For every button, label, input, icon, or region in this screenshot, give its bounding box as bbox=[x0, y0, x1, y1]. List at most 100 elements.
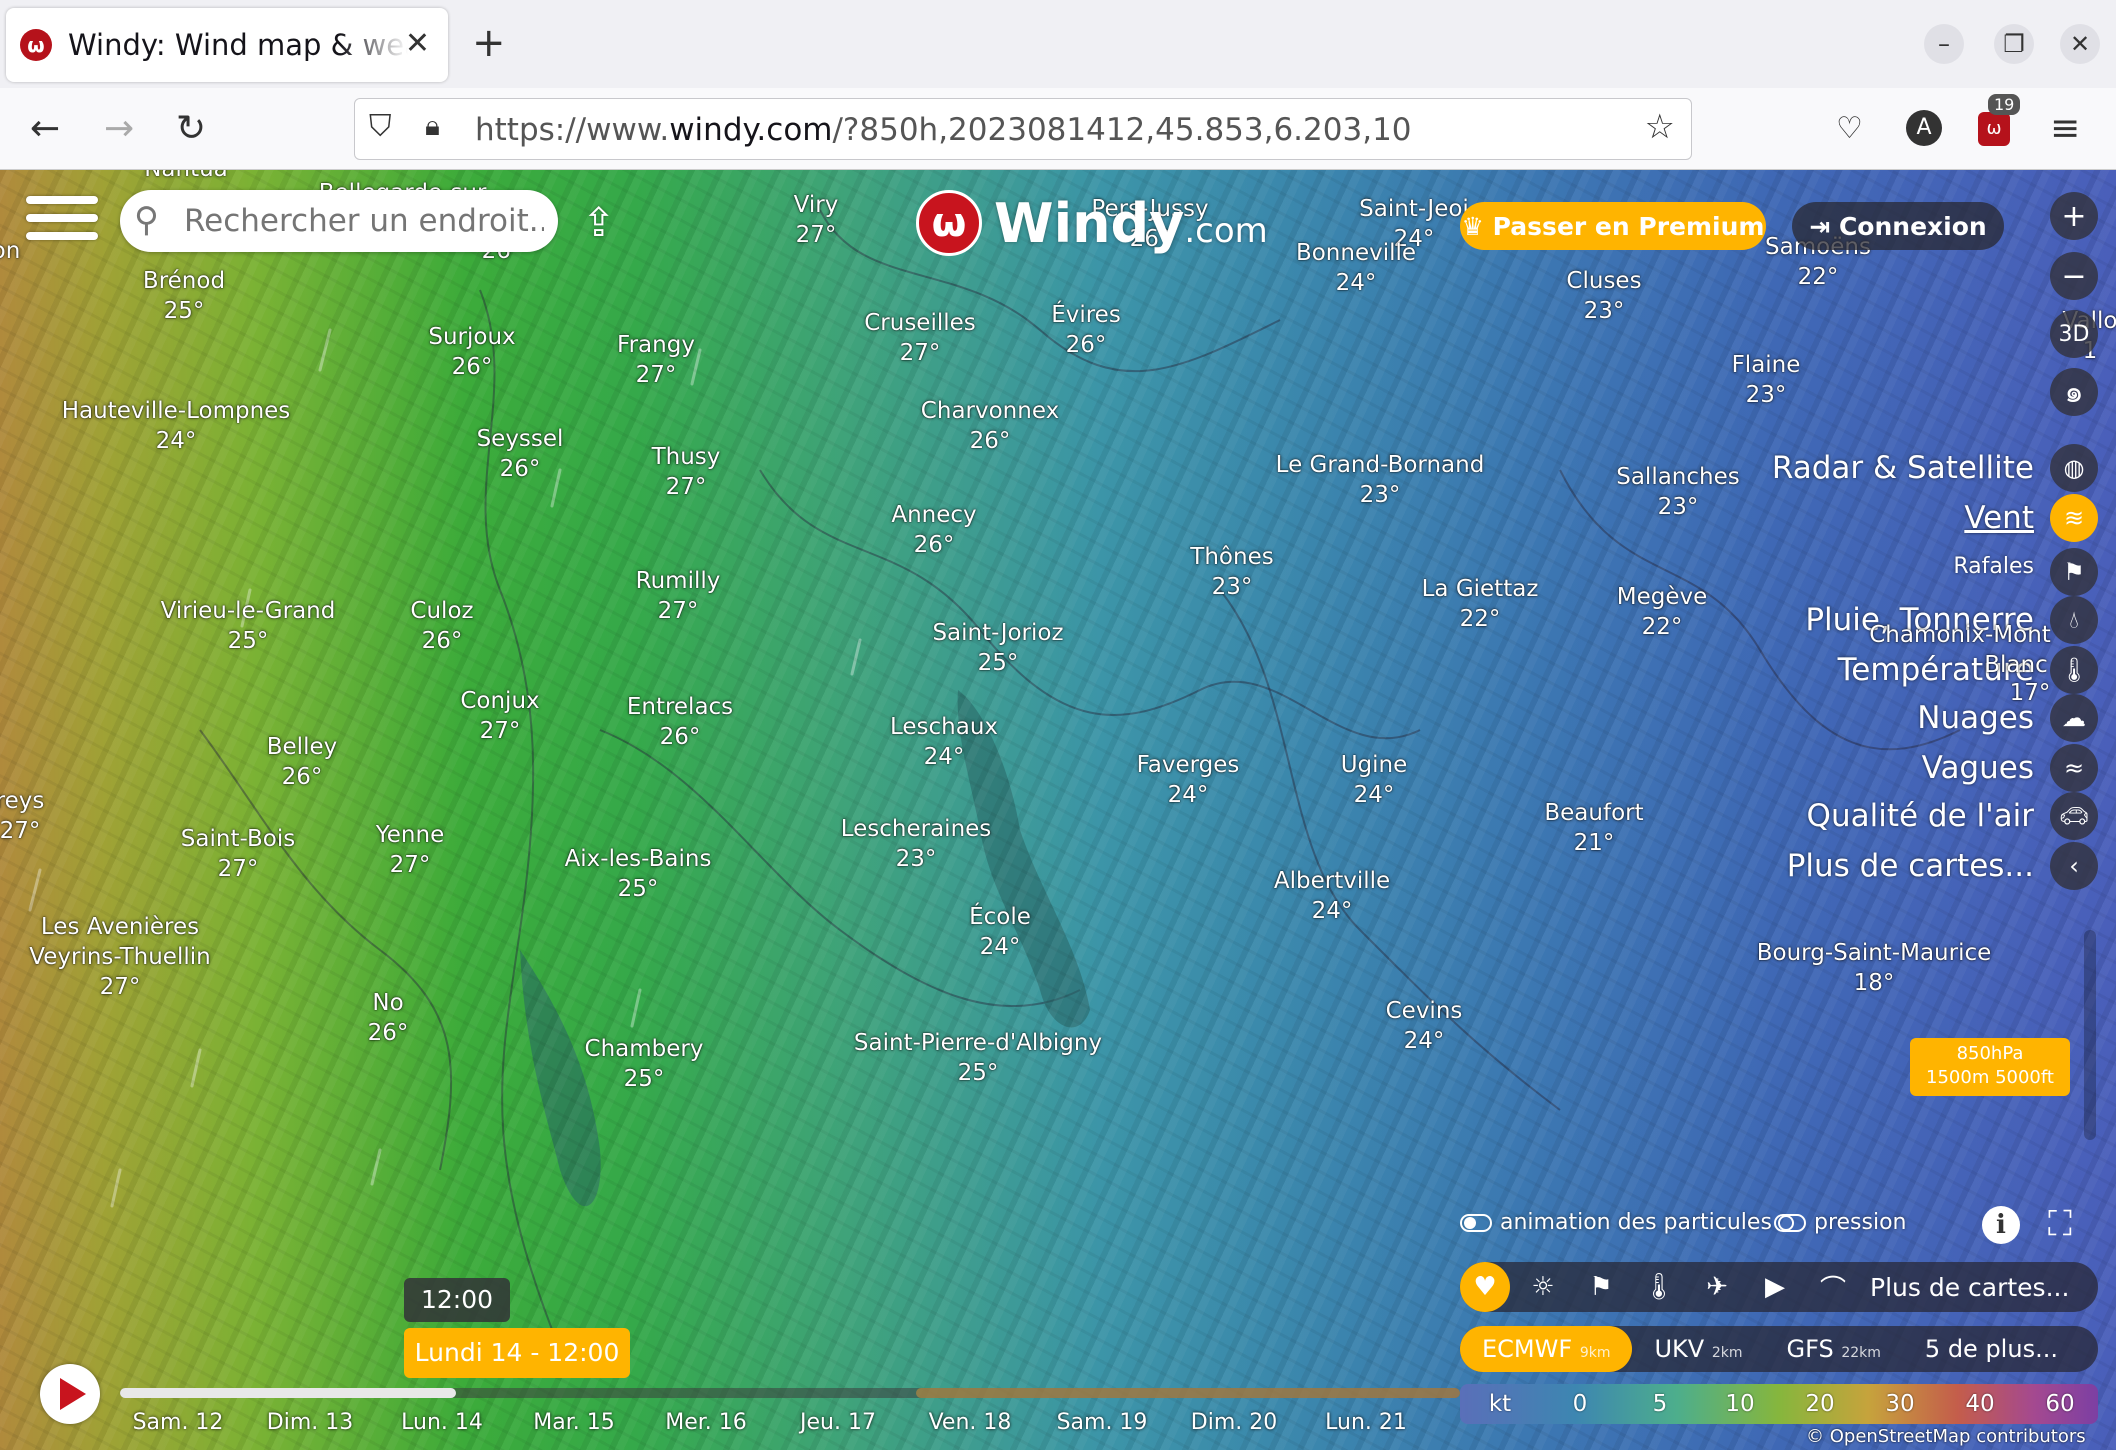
browser-tab[interactable]: ω Windy: Wind map & weather forecast ✕ bbox=[6, 8, 448, 82]
webcam-icon[interactable]: ▶ bbox=[1746, 1272, 1804, 1302]
city-label[interactable]: Thônes 23° bbox=[1190, 542, 1273, 602]
zoom-out-button[interactable]: − bbox=[2050, 252, 2098, 300]
city-label[interactable]: École 24° bbox=[969, 902, 1031, 962]
timeline-day[interactable]: Lun. 14 bbox=[401, 1410, 483, 1435]
city-label[interactable]: Seyssel 26° bbox=[477, 424, 564, 484]
close-window-button[interactable]: ✕ bbox=[2060, 24, 2100, 64]
new-tab-button[interactable]: + bbox=[472, 20, 506, 66]
ublock-extension-icon[interactable]: ω bbox=[1978, 112, 2010, 146]
more-layers-link[interactable]: Plus de cartes... bbox=[1870, 1273, 2069, 1302]
waves-icon[interactable]: ≈ bbox=[2050, 744, 2098, 792]
thermometer-icon[interactable]: 🌡︎ bbox=[2050, 646, 2098, 694]
city-label[interactable]: Évires 26° bbox=[1051, 300, 1121, 360]
menu-item-label[interactable]: Plus de cartes... bbox=[1787, 848, 2034, 884]
info-icon[interactable]: i bbox=[1982, 1206, 2020, 1244]
city-label[interactable]: Rumilly 27° bbox=[636, 566, 721, 626]
timeline-day[interactable]: Jeu. 17 bbox=[800, 1410, 876, 1435]
login-button[interactable]: ⇥ Connexion bbox=[1792, 202, 2004, 250]
city-label[interactable]: Beaufort 21° bbox=[1544, 798, 1643, 858]
airplane-icon[interactable]: ✈ bbox=[1688, 1272, 1746, 1302]
model-option[interactable]: ECMWF 9km bbox=[1460, 1326, 1633, 1372]
timeline-day[interactable]: Sam. 12 bbox=[133, 1410, 224, 1435]
city-label[interactable]: Saint-Pierre-d'Albigny 25° bbox=[854, 1028, 1102, 1088]
thermometer-icon[interactable]: 🌡︎ bbox=[1630, 1272, 1688, 1302]
weather-map[interactable]: NantuaBellegarde-sur-Valserine26°Viry27°… bbox=[0, 170, 2116, 1450]
minimize-window-button[interactable]: – bbox=[1924, 24, 1964, 64]
premium-button[interactable]: ♛ Passer en Premium bbox=[1460, 202, 1766, 250]
play-button[interactable] bbox=[40, 1364, 100, 1424]
city-label[interactable]: Culoz 26° bbox=[410, 596, 473, 656]
menu-item-label[interactable]: Radar & Satellite bbox=[1772, 450, 2034, 486]
city-label[interactable]: Megève 22° bbox=[1617, 582, 1708, 642]
city-label[interactable]: Entrelacs 26° bbox=[627, 692, 733, 752]
timeline-day[interactable]: Mer. 16 bbox=[665, 1410, 747, 1435]
city-label[interactable]: Les Avenières bbox=[41, 912, 199, 942]
windy-logo[interactable]: ω Windy.com bbox=[916, 190, 1268, 256]
weather-icon[interactable]: ☼ bbox=[1514, 1272, 1572, 1302]
city-label[interactable]: Ugine 24° bbox=[1341, 750, 1408, 810]
city-label[interactable]: Chambery 25° bbox=[585, 1034, 704, 1094]
city-label[interactable]: Bonneville 24° bbox=[1296, 238, 1416, 298]
city-label[interactable]: Flaine 23° bbox=[1732, 350, 1801, 410]
search-box[interactable]: ⚲ bbox=[120, 190, 558, 252]
globe-icon[interactable]: ◍ bbox=[2050, 444, 2098, 492]
timeline-day[interactable]: Ven. 18 bbox=[929, 1410, 1012, 1435]
particles-toggle[interactable]: animation des particules bbox=[1460, 1210, 1772, 1235]
city-label[interactable]: Leschaux 24° bbox=[890, 712, 998, 772]
timeline-day[interactable]: Mar. 15 bbox=[533, 1410, 614, 1435]
city-label[interactable]: on bbox=[0, 236, 20, 266]
city-label[interactable]: Surjoux 26° bbox=[428, 322, 515, 382]
model-option[interactable]: 5 de plus... bbox=[1903, 1335, 2080, 1363]
osm-attribution[interactable]: © OpenStreetMap contributors bbox=[1806, 1426, 2086, 1447]
share-icon[interactable]: ⇪ bbox=[582, 200, 616, 246]
menu-item-label[interactable]: Vent bbox=[1964, 500, 2034, 536]
city-label[interactable]: Yenne 27° bbox=[376, 820, 444, 880]
city-label[interactable]: Charvonnex 26° bbox=[921, 396, 1059, 456]
paraglider-icon[interactable]: ⌒ bbox=[1804, 1269, 1862, 1306]
flag-icon[interactable]: ⚑ bbox=[1572, 1272, 1630, 1302]
pocket-icon[interactable]: ♡ bbox=[1836, 104, 1863, 154]
back-arrow-icon[interactable]: ← bbox=[30, 104, 60, 154]
timeline-day[interactable]: Lun. 21 bbox=[1325, 1410, 1407, 1435]
reload-icon[interactable]: ↻ bbox=[176, 104, 206, 154]
tab-close-icon[interactable]: ✕ bbox=[405, 26, 430, 61]
city-label[interactable]: Thusy 27° bbox=[652, 442, 721, 502]
city-label[interactable]: Aix-les-Bains 25° bbox=[565, 844, 712, 904]
menu-item-label[interactable]: Qualité de l'air bbox=[1807, 798, 2034, 834]
heart-icon[interactable]: ♥ bbox=[1460, 1262, 1510, 1312]
city-label[interactable]: Hauteville-Lompnes 24° bbox=[62, 396, 291, 456]
pressure-toggle[interactable]: pression bbox=[1774, 1210, 1907, 1235]
cloud-icon[interactable]: ☁︎ bbox=[2050, 694, 2098, 742]
city-label[interactable]: Cruseilles 27° bbox=[864, 308, 976, 368]
model-option[interactable]: UKV 2km bbox=[1632, 1335, 1764, 1363]
city-label[interactable]: Viry 27° bbox=[794, 190, 839, 250]
chevron-left-icon[interactable]: ‹ bbox=[2050, 842, 2098, 890]
city-label[interactable]: No 26° bbox=[368, 988, 409, 1048]
city-label[interactable]: Le Grand-Bornand 23° bbox=[1276, 450, 1485, 510]
car-icon[interactable]: 🚗︎ bbox=[2050, 792, 2098, 840]
city-label[interactable]: Albertville 24° bbox=[1274, 866, 1390, 926]
city-label[interactable]: Bourg-Saint-Maurice 18° bbox=[1757, 938, 1992, 998]
city-label[interactable]: Brénod 25° bbox=[143, 266, 225, 326]
app-menu-icon[interactable]: ≡ bbox=[2050, 104, 2080, 154]
wind-icon[interactable]: ≋ bbox=[2050, 494, 2098, 542]
date-bubble[interactable]: Lundi 14 - 12:00 bbox=[404, 1328, 630, 1378]
bookmark-star-icon[interactable]: ☆ bbox=[1645, 107, 1675, 147]
city-label[interactable]: Veyrins-Thuellin 27° bbox=[29, 942, 210, 1002]
timeline-track[interactable] bbox=[120, 1388, 1460, 1398]
zoom-in-button[interactable]: + bbox=[2050, 192, 2098, 240]
gust-flag-icon[interactable]: ⚑ bbox=[2050, 548, 2098, 596]
url-text[interactable]: https://www.windy.com/?850h,2023081412,4… bbox=[475, 112, 1412, 148]
city-label[interactable]: reys 27° bbox=[0, 786, 44, 846]
raindrop-icon[interactable]: 💧︎ bbox=[2050, 596, 2098, 644]
city-label[interactable]: Saint-Jorioz 25° bbox=[932, 618, 1063, 678]
pressure-level-badge[interactable]: 850hPa 1500m 5000ft bbox=[1910, 1038, 2070, 1096]
city-label[interactable]: Cevins 24° bbox=[1386, 996, 1463, 1056]
city-label[interactable]: Conjux 27° bbox=[460, 686, 539, 746]
city-label[interactable]: Saint-Bois 27° bbox=[181, 824, 295, 884]
city-label[interactable]: Cluses 23° bbox=[1566, 266, 1641, 326]
account-avatar[interactable]: A bbox=[1906, 110, 1942, 146]
menu-item-label[interactable]: Rafales bbox=[1953, 554, 2034, 579]
lock-icon[interactable]: 🔒︎ bbox=[425, 109, 440, 143]
timeline-day[interactable]: Dim. 13 bbox=[267, 1410, 353, 1435]
